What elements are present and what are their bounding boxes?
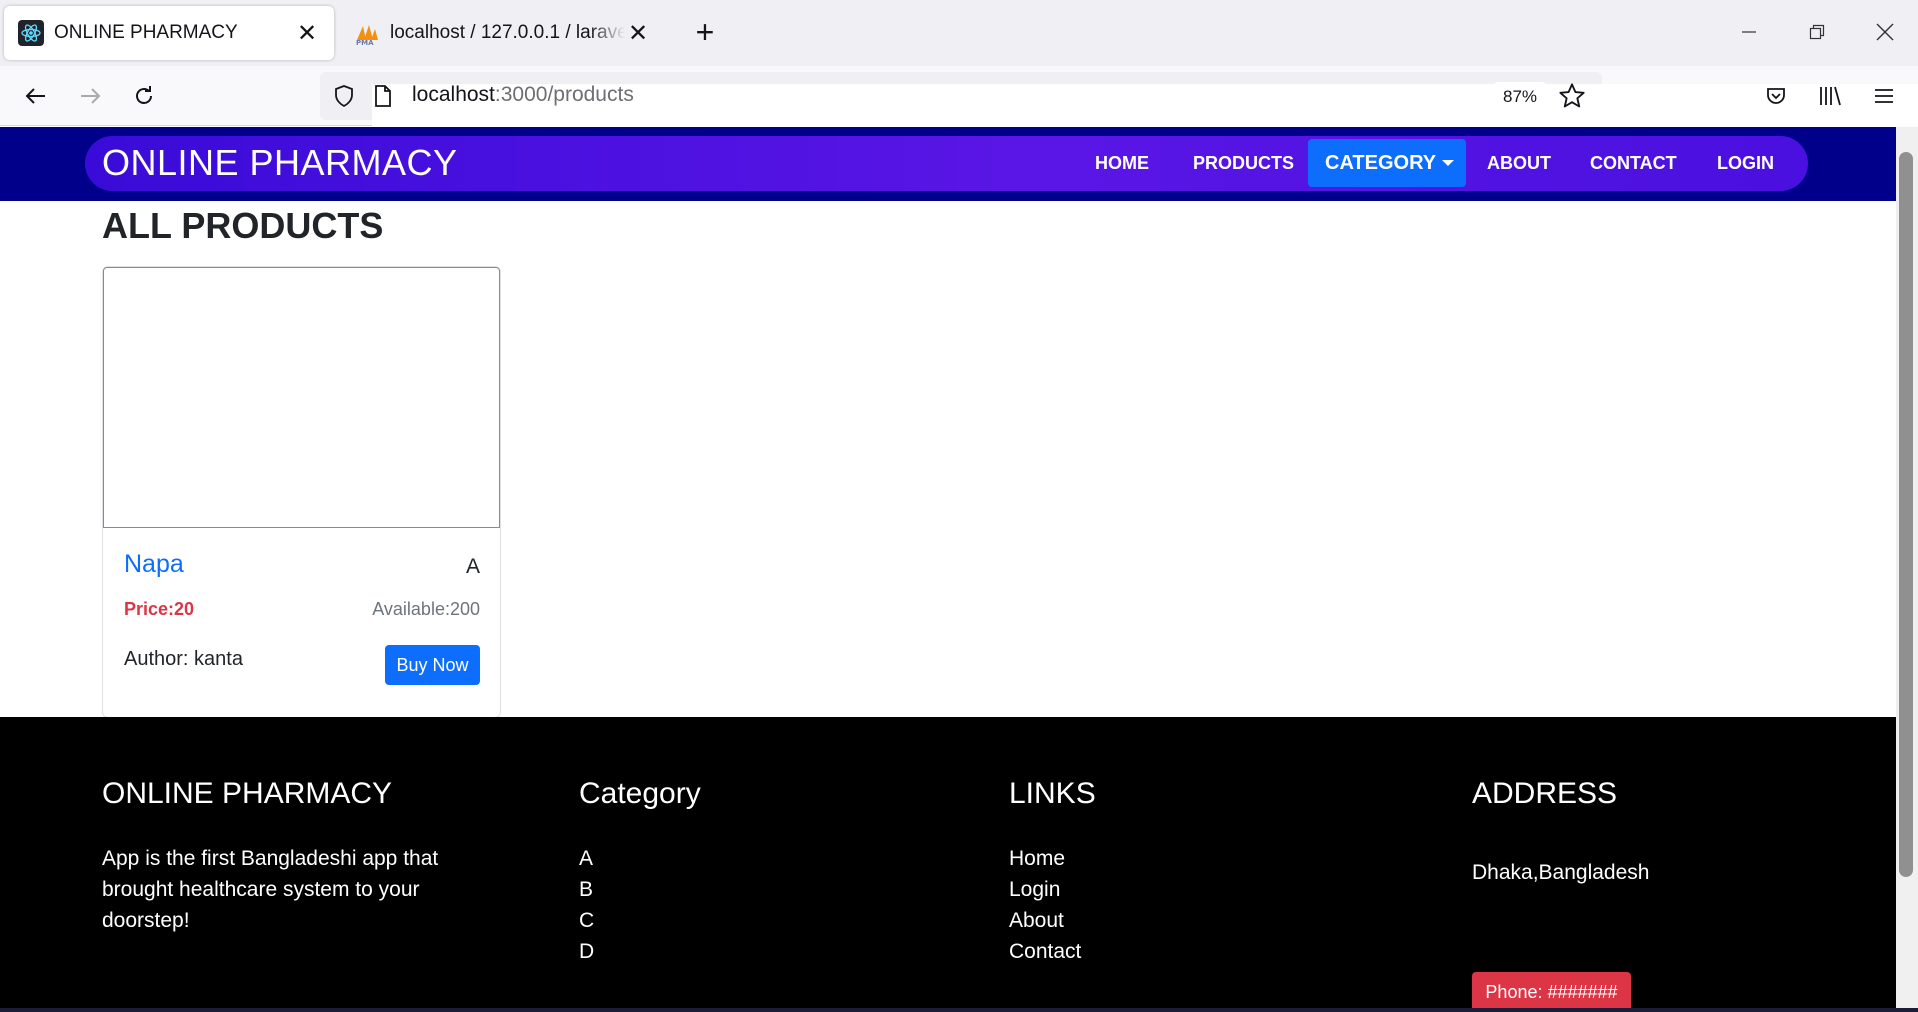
reload-icon[interactable]: [124, 76, 164, 116]
page-title: ALL PRODUCTS: [102, 205, 384, 246]
tab-title: ONLINE PHARMACY: [54, 22, 238, 43]
close-tab-icon[interactable]: ✕: [625, 20, 651, 47]
footer-links: LINKS Home Login About Contact: [1009, 777, 1309, 967]
nav-category-dropdown[interactable]: CATEGORY: [1308, 139, 1466, 187]
window-bottom-edge: [0, 1008, 1918, 1012]
footer-category-item[interactable]: A: [579, 843, 879, 874]
pocket-icon[interactable]: [1756, 76, 1796, 116]
phpmyadmin-icon: PMA: [354, 20, 380, 46]
tab-phpmyadmin[interactable]: PMA localhost / 127.0.0.1 / laravelapi ✕: [340, 6, 665, 60]
svg-text:PMA: PMA: [356, 39, 374, 46]
nav-contact[interactable]: CONTACT: [1590, 153, 1677, 174]
footer-category-heading: Category: [579, 777, 701, 810]
footer-links-heading: LINKS: [1009, 777, 1096, 810]
caret-down-icon: [1442, 160, 1455, 166]
nav-login[interactable]: LOGIN: [1717, 153, 1774, 174]
url-bar[interactable]: localhost:3000/products 87%: [320, 72, 1918, 969]
site-navbar: ONLINE PHARMACY HOME PRODUCTS CATEGORY A…: [85, 136, 1808, 191]
product-availability: Available:200: [372, 599, 480, 619]
nav-home[interactable]: HOME: [1095, 153, 1149, 174]
scrollbar-thumb[interactable]: [1899, 152, 1913, 877]
nav-about[interactable]: ABOUT: [1487, 153, 1551, 174]
nav-products[interactable]: PRODUCTS: [1193, 153, 1294, 174]
footer-link-home[interactable]: Home: [1009, 843, 1309, 874]
product-image[interactable]: [103, 267, 500, 528]
restore-icon[interactable]: [1792, 14, 1842, 50]
product-author: Author: kanta: [124, 648, 243, 670]
back-icon[interactable]: [16, 76, 56, 116]
footer-links-list: Home Login About Contact: [1009, 843, 1309, 967]
footer-about: ONLINE PHARMACY App is the first Banglad…: [102, 777, 482, 936]
buy-now-button[interactable]: Buy Now: [385, 645, 480, 685]
footer-address-heading: ADDRESS: [1472, 777, 1618, 810]
phone-button[interactable]: Phone: #######: [1472, 972, 1631, 1012]
tab-online-pharmacy[interactable]: ONLINE PHARMACY ✕: [4, 6, 334, 60]
footer-description: App is the first Bangladeshi app that br…: [102, 847, 439, 932]
browser-toolbar: localhost:3000/products 87%: [0, 66, 1918, 969]
footer-brand: ONLINE PHARMACY: [102, 777, 393, 810]
footer-category: Category A B C D: [579, 777, 879, 967]
browser-window: ONLINE PHARMACY ✕ PMA localhost / 127.0.…: [0, 0, 1918, 1012]
product-card: Napa A Price:20 Available:200 Author: ka…: [102, 266, 501, 718]
footer-category-item[interactable]: D: [579, 936, 879, 967]
tab-title: localhost / 127.0.0.1 / laravelapi: [390, 22, 625, 43]
zoom-level[interactable]: 87%: [1494, 82, 1546, 112]
tracking-shield-icon[interactable]: [332, 84, 356, 113]
footer-address-text: Dhaka,Bangladesh: [1472, 861, 1650, 884]
tab-bar: ONLINE PHARMACY ✕ PMA localhost / 127.0.…: [0, 0, 1918, 66]
product-name[interactable]: Napa: [124, 550, 184, 579]
close-tab-icon[interactable]: ✕: [294, 20, 320, 47]
menu-icon[interactable]: [1864, 76, 1904, 116]
forward-icon[interactable]: [70, 76, 110, 116]
bookmark-star-icon[interactable]: [1558, 82, 1586, 115]
footer-category-item[interactable]: B: [579, 874, 879, 905]
nav-category-label: CATEGORY: [1325, 151, 1437, 174]
product-price: Price:20: [124, 599, 195, 619]
url-path: :3000/products: [494, 83, 634, 106]
minimize-icon[interactable]: [1724, 14, 1774, 50]
product-category: A: [465, 555, 480, 578]
footer-link-about[interactable]: About: [1009, 905, 1309, 936]
footer-category-item[interactable]: C: [579, 905, 879, 936]
library-icon[interactable]: [1810, 76, 1850, 116]
close-window-icon[interactable]: [1860, 14, 1910, 50]
react-icon: [18, 20, 44, 46]
site-footer: ONLINE PHARMACY App is the first Banglad…: [0, 717, 1896, 1012]
brand-logo[interactable]: ONLINE PHARMACY: [102, 142, 458, 184]
site-header: ONLINE PHARMACY HOME PRODUCTS CATEGORY A…: [0, 127, 1896, 201]
footer-link-contact[interactable]: Contact: [1009, 936, 1309, 967]
footer-link-login[interactable]: Login: [1009, 874, 1309, 905]
new-tab-icon[interactable]: +: [690, 16, 720, 50]
footer-address: ADDRESS Dhaka,Bangladesh: [1472, 777, 1852, 888]
url-text[interactable]: localhost:3000/products: [412, 83, 634, 107]
url-host: localhost: [412, 83, 495, 106]
footer-category-list: A B C D: [579, 843, 879, 967]
page-viewport: ONLINE PHARMACY HOME PRODUCTS CATEGORY A…: [0, 127, 1896, 1012]
